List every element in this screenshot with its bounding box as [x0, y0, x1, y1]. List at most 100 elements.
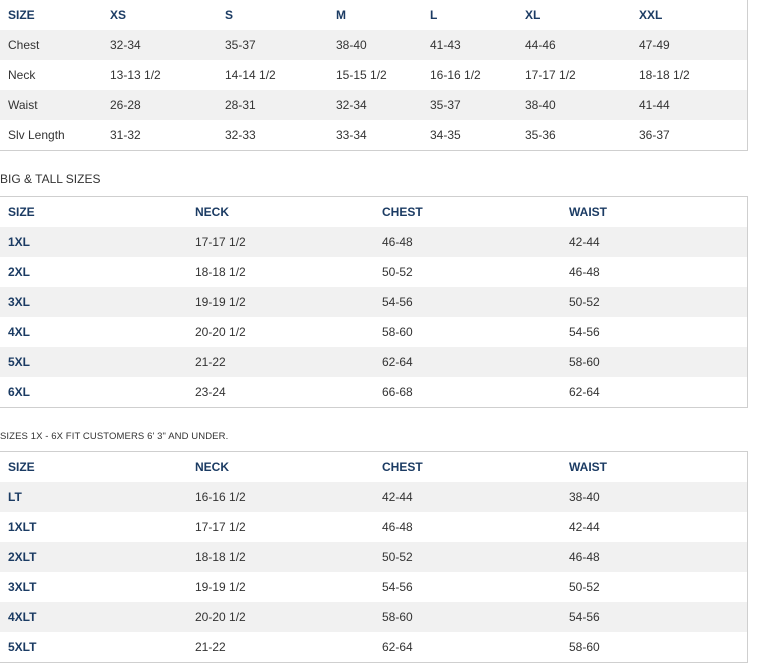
table-cell: 58-60 — [382, 325, 413, 339]
column-header: WAIST — [569, 205, 607, 219]
table-row: 5XL 21-22 62-64 58-60 — [0, 347, 747, 377]
table-cell: 18-18 1/2 — [195, 265, 246, 279]
table-header-row: SIZE NECK CHEST WAIST — [0, 197, 747, 228]
table-cell: 32-34 — [328, 90, 422, 120]
table-cell: 17-17 1/2 — [187, 227, 374, 257]
big-size-table: SIZE NECK CHEST WAIST 1XL 17-17 1/2 46-4… — [0, 196, 748, 408]
table-row: 1XL 17-17 1/2 46-48 42-44 — [0, 227, 747, 257]
table-row: 2XLT 18-18 1/2 50-52 46-48 — [0, 542, 747, 572]
table-cell: 62-64 — [374, 347, 561, 377]
table-cell: 23-24 — [195, 385, 226, 399]
table-cell: 16-16 1/2 — [187, 482, 374, 512]
table-cell: 46-48 — [374, 227, 561, 257]
table-cell: 19-19 1/2 — [187, 287, 374, 317]
table-cell: 50-52 — [374, 542, 561, 572]
table-cell: 19-19 1/2 — [195, 580, 246, 594]
table-row: 5XLT 21-22 62-64 58-60 — [0, 632, 747, 663]
table-cell: 17-17 1/2 — [195, 520, 246, 534]
column-header: NECK — [195, 205, 230, 219]
table-cell: 42-44 — [569, 520, 600, 534]
table-cell: 32-34 — [102, 30, 217, 60]
table-cell: 17-17 1/2 — [525, 68, 576, 82]
table-cell: 50-52 — [561, 287, 747, 317]
table-cell: 46-48 — [569, 265, 600, 279]
size-label: 5XLT — [8, 640, 37, 654]
size-label: LT — [0, 482, 187, 512]
row-label: Waist — [0, 90, 102, 120]
table-row: 6XL 23-24 66-68 62-64 — [0, 377, 747, 408]
column-header: WAIST — [569, 460, 607, 474]
size-label: 3XLT — [8, 580, 37, 594]
column-header: M — [336, 8, 346, 22]
table-cell: 58-60 — [374, 602, 561, 632]
table-cell: 50-52 — [569, 580, 600, 594]
table-cell: 15-15 1/2 — [336, 68, 387, 82]
regular-size-table: SIZE XS S M L XL XXL Chest 32-34 35-37 3… — [0, 0, 748, 151]
size-label: 1XL — [0, 227, 187, 257]
column-header: L — [430, 8, 438, 22]
table-cell: 32-33 — [225, 128, 256, 142]
table-row: 3XLT 19-19 1/2 54-56 50-52 — [0, 572, 747, 602]
table-cell: 42-44 — [374, 482, 561, 512]
table-header-row: SIZE XS S M L XL XXL — [0, 0, 747, 30]
table-row: 2XL 18-18 1/2 50-52 46-48 — [0, 257, 747, 287]
table-row: 3XL 19-19 1/2 54-56 50-52 — [0, 287, 747, 317]
table-cell: 50-52 — [382, 265, 413, 279]
size-label: 2XL — [8, 265, 31, 279]
table-cell: 20-20 1/2 — [187, 602, 374, 632]
column-header: XXL — [639, 8, 663, 22]
table-row: 1XLT 17-17 1/2 46-48 42-44 — [0, 512, 747, 542]
table-row: Chest 32-34 35-37 38-40 41-43 44-46 47-4… — [0, 30, 747, 60]
table-cell: 44-46 — [517, 30, 631, 60]
table-row: 4XLT 20-20 1/2 58-60 54-56 — [0, 602, 747, 632]
row-label: Neck — [8, 68, 36, 82]
table-cell: 54-56 — [569, 325, 600, 339]
table-cell: 58-60 — [561, 347, 747, 377]
table-cell: 35-36 — [525, 128, 556, 142]
column-header: SIZE — [8, 460, 35, 474]
table-cell: 47-49 — [631, 30, 747, 60]
table-cell: 41-44 — [631, 90, 747, 120]
table-cell: 46-48 — [382, 520, 413, 534]
table-cell: 13-13 1/2 — [110, 68, 161, 82]
fit-note: SIZES 1X - 6X FIT CUSTOMERS 6' 3" AND UN… — [0, 431, 229, 442]
table-cell: 18-18 1/2 — [639, 68, 690, 82]
big-tall-heading: BIG & TALL SIZES — [0, 172, 101, 186]
table-cell: 35-37 — [217, 30, 328, 60]
tall-size-table: SIZE NECK CHEST WAIST LT 16-16 1/2 42-44… — [0, 451, 748, 663]
table-cell: 54-56 — [374, 287, 561, 317]
table-cell: 14-14 1/2 — [225, 68, 276, 82]
table-cell: 21-22 — [195, 640, 226, 654]
table-cell: 34-35 — [430, 128, 461, 142]
size-label: 3XL — [0, 287, 187, 317]
size-label: 4XL — [8, 325, 31, 339]
table-cell: 58-60 — [569, 640, 600, 654]
column-header: S — [225, 8, 234, 22]
table-row: Neck 13-13 1/2 14-14 1/2 15-15 1/2 16-16… — [0, 60, 747, 90]
table-cell: 54-56 — [382, 580, 413, 594]
table-cell: 66-68 — [382, 385, 413, 399]
size-label: 5XL — [0, 347, 187, 377]
table-cell: 35-37 — [422, 90, 517, 120]
row-label: Slv Length — [8, 128, 65, 142]
table-row: LT 16-16 1/2 42-44 38-40 — [0, 482, 747, 512]
table-cell: 33-34 — [336, 128, 367, 142]
size-label: 4XLT — [0, 602, 187, 632]
row-label: Chest — [0, 30, 102, 60]
column-header: XL — [525, 8, 541, 22]
table-row: Waist 26-28 28-31 32-34 35-37 38-40 41-4… — [0, 90, 747, 120]
table-row: Slv Length 31-32 32-33 33-34 34-35 35-36… — [0, 120, 747, 151]
size-label: 1XLT — [8, 520, 37, 534]
column-header: CHEST — [382, 205, 423, 219]
size-label: 6XL — [8, 385, 31, 399]
table-cell: 18-18 1/2 — [187, 542, 374, 572]
table-row: 4XL 20-20 1/2 58-60 54-56 — [0, 317, 747, 347]
column-header: SIZE — [8, 8, 35, 22]
table-cell: 28-31 — [217, 90, 328, 120]
size-label: 2XLT — [0, 542, 187, 572]
table-cell: 38-40 — [517, 90, 631, 120]
table-cell: 16-16 1/2 — [430, 68, 481, 82]
table-cell: 31-32 — [110, 128, 141, 142]
column-header: CHEST — [382, 460, 423, 474]
table-cell: 62-64 — [569, 385, 600, 399]
